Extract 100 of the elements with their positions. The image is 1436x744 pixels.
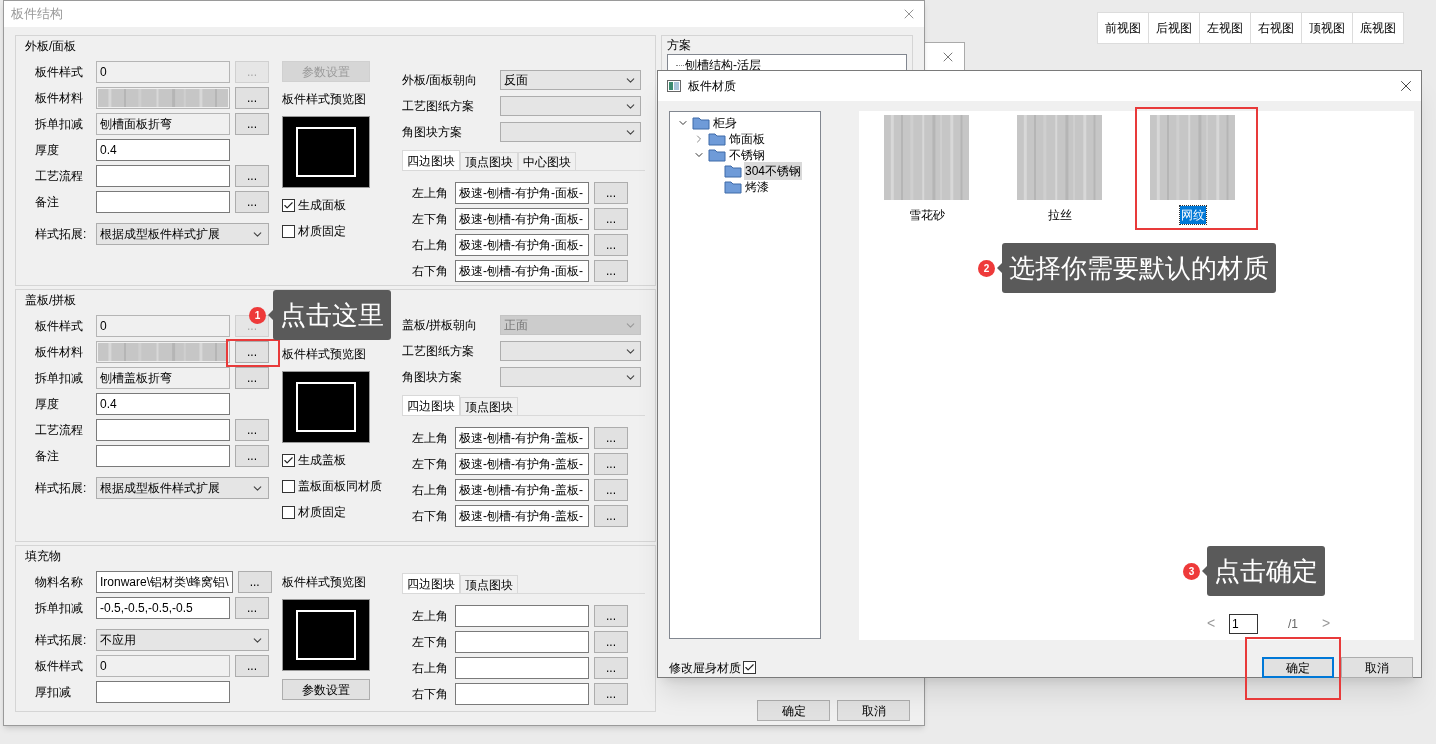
text-field[interactable]: 极速-刨槽-有护角-盖板- (455, 427, 589, 449)
field-label: 工艺流程 (35, 422, 84, 439)
tab[interactable]: 四边图块 (402, 395, 460, 415)
view-button[interactable]: 后视图 (1148, 12, 1200, 44)
highlight-frame (226, 339, 280, 367)
browse-button[interactable]: ... (594, 453, 628, 475)
dialog-button[interactable]: 确定 (1262, 657, 1334, 678)
tab[interactable]: 顶点图块 (460, 575, 518, 593)
browse-button[interactable]: ... (235, 597, 269, 619)
tree-item[interactable]: 刨槽结构-活层 (684, 56, 762, 74)
text-field[interactable]: 极速-刨槽-有护角-盖板- (455, 453, 589, 475)
tab[interactable]: 四边图块 (402, 573, 460, 593)
text-field[interactable]: 极速-刨槽-有护角-面板- (455, 234, 589, 256)
view-button[interactable]: 左视图 (1199, 12, 1251, 44)
text-field[interactable]: 极速-刨槽-有护角-面板- (455, 182, 589, 204)
text-field[interactable] (455, 631, 589, 653)
view-button[interactable]: 底视图 (1352, 12, 1404, 44)
text-field[interactable]: 极速-刨槽-有护角-盖板- (455, 505, 589, 527)
material-label[interactable]: 拉丝 (1046, 206, 1073, 224)
browse-button[interactable]: ... (235, 419, 269, 441)
text-field[interactable]: 刨槽盖板折弯 (96, 367, 230, 389)
dialog-button[interactable]: 取消 (1341, 657, 1413, 678)
text-field[interactable] (96, 419, 230, 441)
dropdown[interactable]: 根据成型板件样式扩展 (96, 477, 269, 499)
field-label: 厚扣减 (35, 684, 72, 701)
text-field[interactable]: 0 (96, 315, 230, 337)
browse-button[interactable]: ... (235, 445, 269, 467)
field-label: 板件样式 (35, 64, 84, 81)
text-field[interactable] (96, 681, 230, 703)
browse-button[interactable]: ... (594, 260, 628, 282)
tree-item[interactable]: 不锈钢 (728, 146, 766, 164)
browse-button[interactable]: ... (594, 427, 628, 449)
browse-button[interactable]: ... (594, 631, 628, 653)
text-field[interactable] (455, 605, 589, 627)
view-button[interactable]: 右视图 (1250, 12, 1302, 44)
text-field[interactable]: Ironware\铝材类\蜂窝铝\ (96, 571, 233, 593)
field-label: 备注 (35, 194, 60, 211)
tree-item[interactable]: 饰面板 (728, 130, 766, 148)
text-field[interactable]: 极速-刨槽-有护角-盖板- (455, 479, 589, 501)
text-field[interactable]: 极速-刨槽-有护角-面板- (455, 208, 589, 230)
tree-item[interactable]: 柜身 (712, 114, 738, 132)
tab[interactable]: 顶点图块 (460, 397, 518, 415)
browse-button[interactable]: ... (237, 571, 272, 593)
dropdown[interactable]: 根据成型板件样式扩展 (96, 223, 269, 245)
dropdown[interactable]: 不应用 (96, 629, 269, 651)
browse-button[interactable]: ... (235, 165, 269, 187)
dialog-button[interactable]: 取消 (837, 700, 910, 721)
browse-button[interactable]: ... (235, 341, 269, 363)
field-label: 工艺图纸方案 (402, 98, 475, 115)
field-label: 样式拓展: (35, 632, 88, 649)
browse-button[interactable]: ... (235, 87, 269, 109)
text-field[interactable]: 刨槽面板折弯 (96, 113, 230, 135)
browse-button[interactable]: ... (235, 191, 269, 213)
browse-button[interactable]: ... (594, 182, 628, 204)
text-field[interactable] (455, 657, 589, 679)
checkbox[interactable] (282, 198, 295, 212)
checkbox[interactable] (282, 453, 295, 467)
dropdown[interactable]: 反面 (500, 70, 641, 90)
browse-button[interactable]: ... (594, 208, 628, 230)
browse-button[interactable]: ... (594, 657, 628, 679)
checkbox[interactable] (282, 505, 295, 519)
text-field[interactable]: 0.4 (96, 139, 230, 161)
text-field[interactable]: 极速-刨槽-有护角-面板- (455, 260, 589, 282)
browse-button[interactable]: ... (594, 683, 628, 705)
tree-item[interactable]: 304不锈钢 (744, 162, 803, 180)
field-label: 板件样式 (35, 658, 84, 675)
page-field[interactable]: 1 (1229, 613, 1258, 634)
browse-button[interactable]: ... (235, 655, 269, 677)
dropdown-value: 根据成型板件样式扩展 (100, 226, 220, 243)
browse-button[interactable]: ... (594, 479, 628, 501)
dialog-button[interactable]: 确定 (757, 700, 830, 721)
text-field[interactable] (96, 191, 230, 213)
tab[interactable]: 四边图块 (402, 150, 460, 170)
field-label: 角图块方案 (402, 124, 463, 141)
tree-item[interactable]: 烤漆 (744, 178, 770, 196)
text-field[interactable] (96, 165, 230, 187)
checkbox[interactable] (282, 224, 295, 238)
text-field[interactable]: 0 (96, 61, 230, 83)
text-field[interactable]: 0 (96, 655, 230, 677)
checkbox[interactable] (282, 479, 295, 493)
view-button[interactable]: 顶视图 (1301, 12, 1353, 44)
text-field[interactable]: 0.4 (96, 393, 230, 415)
group-title: 填充物 (24, 548, 61, 565)
settings-button[interactable]: 参数设置 (282, 679, 370, 700)
callout-tooltip: 选择你需要默认的材质 (997, 243, 1276, 293)
text-field[interactable] (455, 683, 589, 705)
tab[interactable]: 顶点图块 (460, 152, 518, 170)
browse-button[interactable]: ... (235, 367, 269, 389)
view-button[interactable]: 前视图 (1097, 12, 1149, 44)
browse-button[interactable]: ... (594, 605, 628, 627)
browse-button[interactable]: ... (594, 234, 628, 256)
tab[interactable]: 中心图块 (518, 152, 576, 170)
callout-tooltip: 点击确定 (1202, 546, 1325, 596)
browse-button[interactable]: ... (594, 505, 628, 527)
text-field[interactable] (96, 445, 230, 467)
text-field[interactable]: -0.5,-0.5,-0.5,-0.5 (96, 597, 230, 619)
browse-button[interactable]: ... (235, 113, 269, 135)
material-label[interactable]: 雪花砂 (907, 206, 946, 224)
material-label[interactable]: 网纹 (1179, 206, 1206, 224)
checkbox[interactable] (743, 661, 756, 674)
